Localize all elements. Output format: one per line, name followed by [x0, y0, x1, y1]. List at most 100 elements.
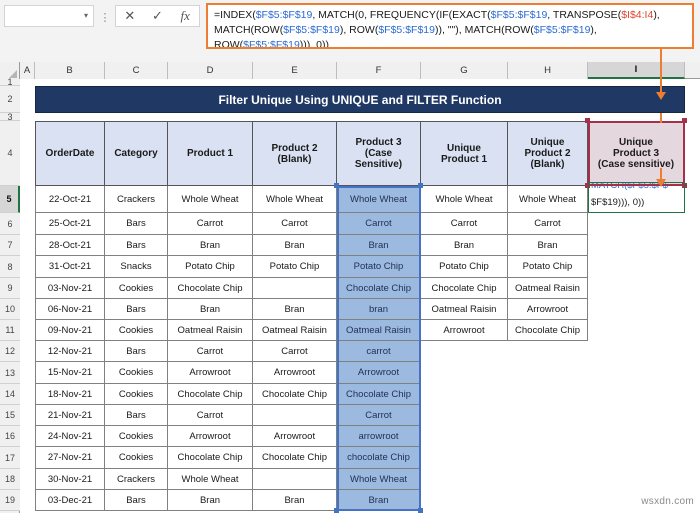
cell-D15[interactable]: Carrot	[168, 405, 253, 426]
row-header-5[interactable]: 5	[0, 186, 20, 213]
cell-D10[interactable]: Bran	[168, 299, 253, 320]
cell-B17[interactable]: 27-Nov-21	[35, 447, 105, 469]
cell-H10[interactable]: Arrowroot	[508, 299, 588, 320]
row-header-4[interactable]: 4	[0, 121, 20, 186]
cell-C18[interactable]: Crackers	[105, 469, 168, 490]
cell-C8[interactable]: Snacks	[105, 256, 168, 278]
cell-D9[interactable]: Chocolate Chip	[168, 278, 253, 299]
cell-B16[interactable]: 24-Nov-21	[35, 426, 105, 447]
cell-F17[interactable]: chocolate Chip	[337, 447, 421, 469]
row-header-19[interactable]: 19	[0, 490, 20, 511]
table-header-C[interactable]: Category	[105, 121, 168, 186]
cell-G10[interactable]: Oatmeal Raisin	[421, 299, 508, 320]
row-header-13[interactable]: 13	[0, 362, 20, 384]
cell-F15[interactable]: Carrot	[337, 405, 421, 426]
selection-handle[interactable]	[334, 508, 339, 513]
cell-H7[interactable]: Bran	[508, 235, 588, 256]
cell-B10[interactable]: 06-Nov-21	[35, 299, 105, 320]
cell-E11[interactable]: Oatmeal Raisin	[253, 320, 337, 341]
insert-function-icon[interactable]: fx	[171, 8, 199, 24]
cell-F6[interactable]: Carrot	[337, 213, 421, 235]
cell-H11[interactable]: Chocolate Chip	[508, 320, 588, 341]
cell-H5[interactable]: Whole Wheat	[508, 186, 588, 213]
cell-D18[interactable]: Whole Wheat	[168, 469, 253, 490]
cell-B19[interactable]: 03-Dec-21	[35, 490, 105, 511]
row-header-14[interactable]: 14	[0, 384, 20, 405]
row-header-6[interactable]: 6	[0, 213, 20, 235]
cell-D5[interactable]: Whole Wheat	[168, 186, 253, 213]
cell-E9[interactable]	[253, 278, 337, 299]
column-header-I[interactable]: I	[588, 62, 685, 79]
cell-D14[interactable]: Chocolate Chip	[168, 384, 253, 405]
cell-E7[interactable]: Bran	[253, 235, 337, 256]
column-header-G[interactable]: G	[421, 62, 508, 79]
selection-handle[interactable]	[334, 183, 339, 188]
row-header-17[interactable]: 17	[0, 447, 20, 469]
selection-handle[interactable]	[682, 118, 687, 123]
cell-E8[interactable]: Potato Chip	[253, 256, 337, 278]
cell-B8[interactable]: 31-Oct-21	[35, 256, 105, 278]
cell-B18[interactable]: 30-Nov-21	[35, 469, 105, 490]
name-box[interactable]: ▾	[4, 5, 94, 27]
selection-handle[interactable]	[585, 183, 590, 188]
row-header-18[interactable]: 18	[0, 469, 20, 490]
row-header-12[interactable]: 12	[0, 341, 20, 362]
cell-D16[interactable]: Arrowroot	[168, 426, 253, 447]
cell-F5[interactable]: Whole Wheat	[337, 186, 421, 213]
table-header-I[interactable]: Unique Product 3 (Case sensitive)	[588, 121, 685, 186]
cell-B13[interactable]: 15-Nov-21	[35, 362, 105, 384]
cell-B15[interactable]: 21-Nov-21	[35, 405, 105, 426]
table-header-G[interactable]: Unique Product 1	[421, 121, 508, 186]
cell-B11[interactable]: 09-Nov-21	[35, 320, 105, 341]
selection-handle[interactable]	[682, 183, 687, 188]
table-header-F[interactable]: Product 3 (Case Sensitive)	[337, 121, 421, 186]
more-options-icon[interactable]: ⋮	[99, 8, 111, 26]
row-header-8[interactable]: 8	[0, 256, 20, 278]
cell-F12[interactable]: carrot	[337, 341, 421, 362]
cell-F13[interactable]: Arrowroot	[337, 362, 421, 384]
cell-D12[interactable]: Carrot	[168, 341, 253, 362]
row-header-2[interactable]: 2	[0, 86, 20, 113]
table-header-D[interactable]: Product 1	[168, 121, 253, 186]
column-header-A[interactable]: A	[20, 62, 35, 79]
selection-handle[interactable]	[585, 118, 590, 123]
formula-input[interactable]: =INDEX($F$5:$F$19, MATCH(0, FREQUENCY(IF…	[206, 3, 694, 49]
row-header-10[interactable]: 10	[0, 299, 20, 320]
cell-E5[interactable]: Whole Wheat	[253, 186, 337, 213]
cell-D7[interactable]: Bran	[168, 235, 253, 256]
cell-C11[interactable]: Cookies	[105, 320, 168, 341]
cell-G9[interactable]: Chocolate Chip	[421, 278, 508, 299]
cell-C13[interactable]: Cookies	[105, 362, 168, 384]
row-header-7[interactable]: 7	[0, 235, 20, 256]
cell-C15[interactable]: Bars	[105, 405, 168, 426]
row-header-1[interactable]: 1	[0, 77, 20, 87]
cell-E13[interactable]: Arrowroot	[253, 362, 337, 384]
cell-H8[interactable]: Potato Chip	[508, 256, 588, 278]
cell-F16[interactable]: arrowroot	[337, 426, 421, 447]
cell-C16[interactable]: Cookies	[105, 426, 168, 447]
cell-D8[interactable]: Potato Chip	[168, 256, 253, 278]
cell-D19[interactable]: Bran	[168, 490, 253, 511]
cell-E15[interactable]	[253, 405, 337, 426]
cell-D6[interactable]: Carrot	[168, 213, 253, 235]
cell-C9[interactable]: Cookies	[105, 278, 168, 299]
cell-D11[interactable]: Oatmeal Raisin	[168, 320, 253, 341]
cell-E16[interactable]: Arrowroot	[253, 426, 337, 447]
cell-D13[interactable]: Arrowroot	[168, 362, 253, 384]
cancel-icon[interactable]: ✕	[116, 8, 144, 24]
cell-E10[interactable]: Bran	[253, 299, 337, 320]
cell-G11[interactable]: Arrowroot	[421, 320, 508, 341]
cell-E18[interactable]	[253, 469, 337, 490]
cell-C5[interactable]: Crackers	[105, 186, 168, 213]
column-header-D[interactable]: D	[168, 62, 253, 79]
selection-handle[interactable]	[418, 183, 423, 188]
cell-F7[interactable]: Bran	[337, 235, 421, 256]
cell-B5[interactable]: 22-Oct-21	[35, 186, 105, 213]
cell-B7[interactable]: 28-Oct-21	[35, 235, 105, 256]
row-header-15[interactable]: 15	[0, 405, 20, 426]
cell-B9[interactable]: 03-Nov-21	[35, 278, 105, 299]
row-header-9[interactable]: 9	[0, 278, 20, 299]
cell-F18[interactable]: Whole Wheat	[337, 469, 421, 490]
cell-E12[interactable]: Carrot	[253, 341, 337, 362]
cell-E14[interactable]: Chocolate Chip	[253, 384, 337, 405]
